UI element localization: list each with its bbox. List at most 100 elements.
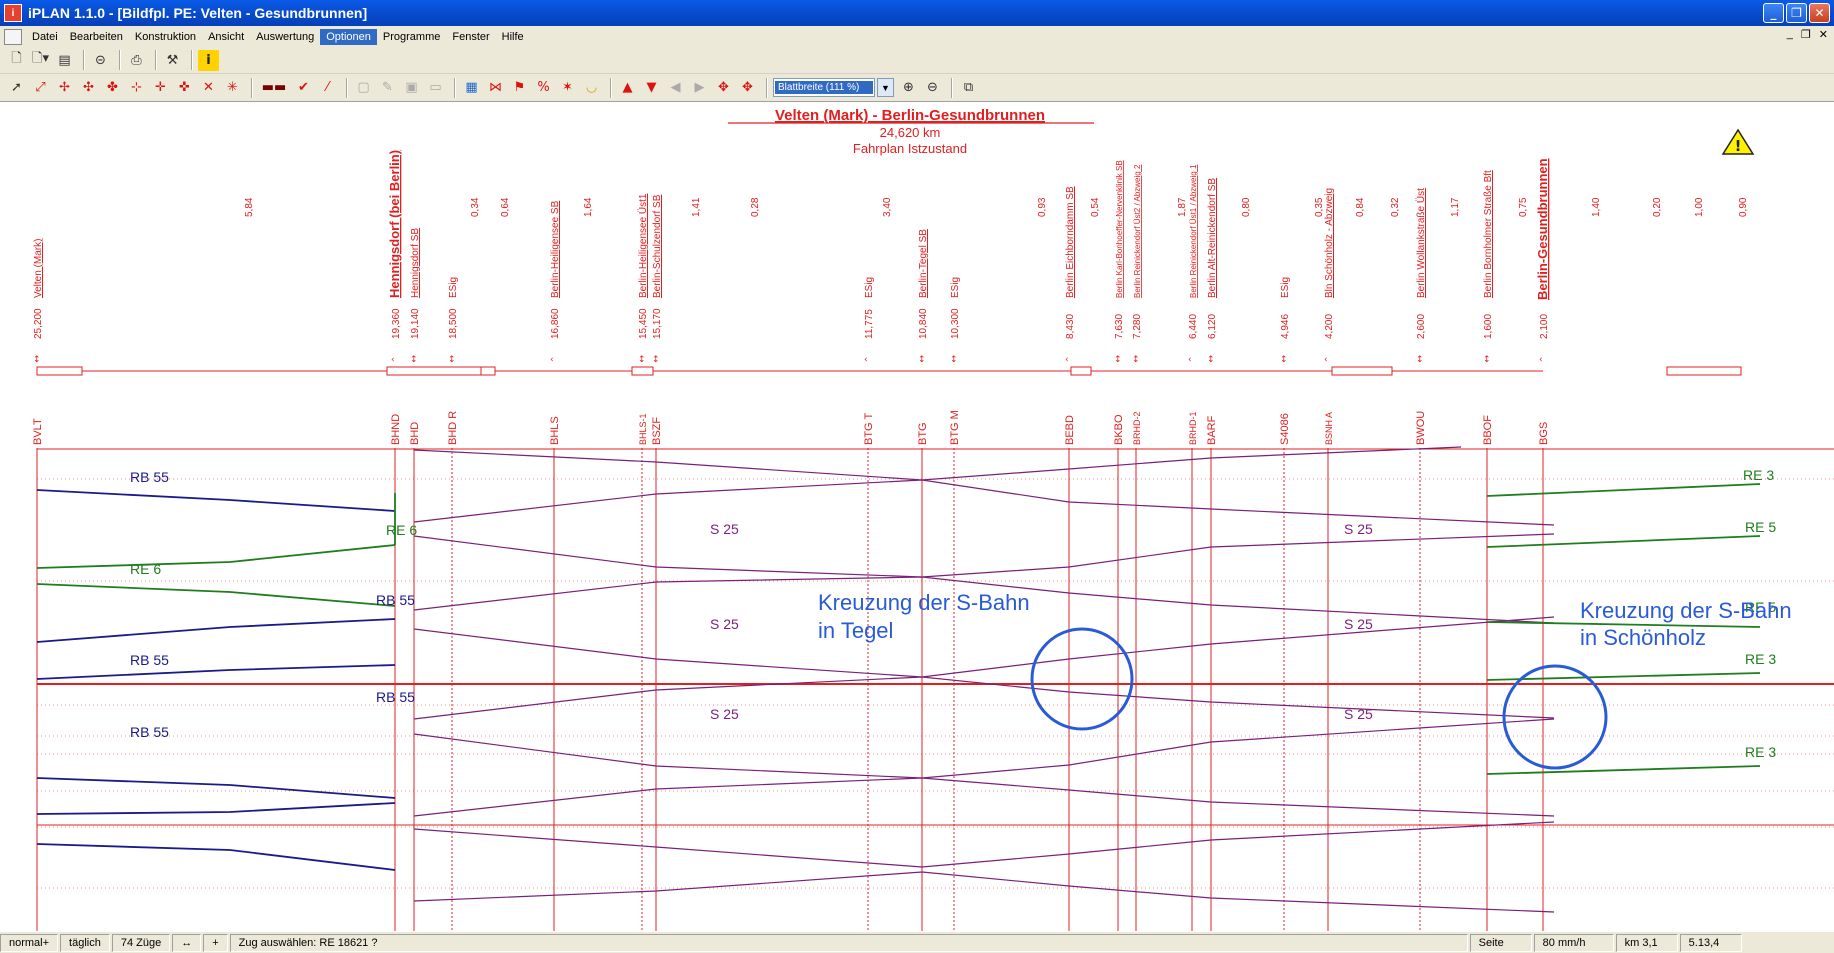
open-icon[interactable]: ⊝ xyxy=(90,50,111,71)
train-label[interactable]: RB 55 xyxy=(376,592,415,608)
junction-tool-icon[interactable]: ✣ xyxy=(78,77,99,98)
star-tool-icon[interactable]: ✳ xyxy=(222,77,243,98)
train-label[interactable]: S 25 xyxy=(1344,706,1373,722)
save-icon[interactable]: ▤ xyxy=(54,50,75,71)
arrow-down-icon[interactable]: ▼ xyxy=(641,77,662,98)
zoom-dropdown-icon[interactable]: ▼ xyxy=(877,78,894,97)
train-path[interactable] xyxy=(36,777,396,799)
line-tool-icon[interactable]: ⤢ xyxy=(30,77,51,98)
train-path[interactable] xyxy=(36,544,396,569)
menu-optionen[interactable]: Optionen xyxy=(320,28,377,45)
train-path[interactable] xyxy=(413,777,1555,817)
document-icon[interactable] xyxy=(4,28,22,45)
blank-icon[interactable]: ▭ xyxy=(425,77,446,98)
train-path[interactable] xyxy=(413,718,1555,779)
info-icon[interactable]: i xyxy=(198,49,219,71)
mdi-minimize-button[interactable]: _ xyxy=(1787,28,1793,41)
train-path[interactable] xyxy=(36,618,396,643)
train-label[interactable]: RB 55 xyxy=(130,469,169,485)
move-horizontal-icon[interactable]: ✥ xyxy=(713,77,734,98)
status-mode[interactable]: normal+ xyxy=(0,933,59,952)
warning-icon[interactable]: ! xyxy=(1721,128,1755,155)
train-label[interactable]: RE 6 xyxy=(386,522,417,538)
menu-hilfe[interactable]: Hilfe xyxy=(496,29,530,45)
timetable-canvas[interactable]: Velten (Mark) - Berlin-Gesundbrunnen 24,… xyxy=(0,102,1834,931)
menu-bearbeiten[interactable]: Bearbeiten xyxy=(64,29,129,45)
edit-line-icon[interactable]: ⁄ xyxy=(317,77,338,98)
crossing-tool-icon[interactable]: ✢ xyxy=(54,77,75,98)
menu-programme[interactable]: Programme xyxy=(377,29,446,45)
train-path[interactable] xyxy=(413,616,1555,678)
cross-arrow-icon[interactable]: ✶ xyxy=(557,77,578,98)
menu-datei[interactable]: Datei xyxy=(26,29,64,45)
train-label[interactable]: RE 5 xyxy=(1745,519,1776,535)
train-path[interactable] xyxy=(36,664,396,680)
train-path[interactable] xyxy=(36,489,396,512)
branch-right-icon[interactable]: ⊹ xyxy=(126,77,147,98)
time-tool-icon[interactable]: ⋈ xyxy=(485,77,506,98)
train-path[interactable] xyxy=(1486,483,1761,497)
status-days[interactable]: täglich xyxy=(60,933,110,952)
new-dropdown-icon[interactable]: 🗋▾ xyxy=(30,50,51,71)
menu-fenster[interactable]: Fenster xyxy=(446,29,495,45)
fork-alt-icon[interactable]: ✕ xyxy=(198,77,219,98)
restore-button[interactable]: ❐ xyxy=(1786,3,1807,23)
fork-tool-icon[interactable]: ✜ xyxy=(174,77,195,98)
move-all-icon[interactable]: ✥ xyxy=(737,77,758,98)
train-path[interactable] xyxy=(36,802,396,815)
branch-tool-icon[interactable]: ✤ xyxy=(102,77,123,98)
minimize-button[interactable]: _ xyxy=(1763,3,1784,23)
signal-tool-icon[interactable]: ⚑ xyxy=(509,77,530,98)
train-path[interactable] xyxy=(36,583,396,607)
zoom-select[interactable]: Blattbreite (111 %) xyxy=(773,78,875,97)
menu-auswertung[interactable]: Auswertung xyxy=(250,29,320,45)
train-label[interactable]: RB 55 xyxy=(130,724,169,740)
new-file-icon[interactable]: 🗋 xyxy=(6,50,27,71)
arrow-up-icon[interactable]: ▲ xyxy=(617,77,638,98)
graphical-timetable[interactable]: Velten (Mark) - Berlin-Gesundbrunnen 24,… xyxy=(0,102,1834,931)
menu-konstruktion[interactable]: Konstruktion xyxy=(129,29,202,45)
arrow-left-icon[interactable]: ◀ xyxy=(665,77,686,98)
locomotive-icon[interactable]: ▬▬ xyxy=(258,77,290,98)
export-icon[interactable]: ⧉ xyxy=(958,77,979,98)
train-path[interactable] xyxy=(1486,535,1761,548)
train-path[interactable] xyxy=(1486,765,1761,775)
train-label[interactable]: S 25 xyxy=(710,706,739,722)
menu-ansicht[interactable]: Ansicht xyxy=(202,29,250,45)
curve-icon[interactable]: ◡ xyxy=(581,77,602,98)
train-label[interactable]: S 25 xyxy=(710,521,739,537)
status-plus[interactable]: + xyxy=(203,933,228,952)
select-arrow-icon[interactable]: ➚ xyxy=(6,77,27,98)
train-label[interactable]: S 25 xyxy=(1344,521,1373,537)
zoom-out-icon[interactable]: ⊖ xyxy=(922,77,943,98)
train-label[interactable]: S 25 xyxy=(1344,616,1373,632)
edit-icon[interactable]: ✎ xyxy=(377,77,398,98)
train-path[interactable] xyxy=(413,821,1555,868)
status-arrows[interactable]: ↔ xyxy=(172,933,202,952)
print-icon[interactable]: ⎙ xyxy=(126,50,147,71)
monitor-icon[interactable]: ▦ xyxy=(461,77,482,98)
train-path[interactable] xyxy=(36,843,396,871)
percent-tool-icon[interactable]: % xyxy=(533,77,554,98)
train-path[interactable] xyxy=(413,533,1555,578)
train-label[interactable]: S 25 xyxy=(710,616,739,632)
branch-left-icon[interactable]: ✛ xyxy=(150,77,171,98)
tools-icon[interactable]: ⚒ xyxy=(162,50,183,71)
paste-icon[interactable]: ▣ xyxy=(401,77,422,98)
train-label[interactable]: RE 6 xyxy=(130,561,161,577)
train-path[interactable] xyxy=(413,479,1555,526)
train-label[interactable]: RE 3 xyxy=(1745,744,1776,760)
mdi-close-button[interactable]: ✕ xyxy=(1819,28,1828,41)
train-label[interactable]: RB 55 xyxy=(130,652,169,668)
arrow-right-icon[interactable]: ▶ xyxy=(689,77,710,98)
zoom-in-icon[interactable]: ⊕ xyxy=(898,77,919,98)
train-path[interactable] xyxy=(413,871,1555,913)
close-button[interactable]: ✕ xyxy=(1809,3,1830,23)
train-path[interactable] xyxy=(413,446,1462,481)
copy-icon[interactable]: ▢ xyxy=(353,77,374,98)
mdi-restore-button[interactable]: ❐ xyxy=(1801,28,1811,41)
train-label[interactable]: RE 3 xyxy=(1743,467,1774,483)
train-label[interactable]: RE 3 xyxy=(1745,651,1776,667)
check-icon[interactable]: ✔ xyxy=(293,77,314,98)
train-label[interactable]: RB 55 xyxy=(376,689,415,705)
